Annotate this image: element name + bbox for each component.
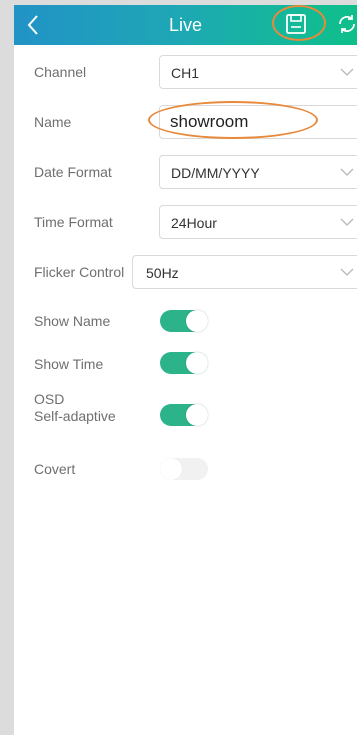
toggle-knob xyxy=(160,458,182,480)
show-name-label: Show Name xyxy=(34,313,111,329)
date-format-select[interactable]: DD/MM/YYYY xyxy=(159,155,357,189)
channel-label: Channel xyxy=(34,64,87,80)
osd-self-adaptive-toggle[interactable] xyxy=(160,404,208,426)
name-label: Name xyxy=(34,114,72,130)
chevron-down-icon xyxy=(340,218,354,226)
show-time-label: Show Time xyxy=(34,356,104,372)
time-format-value: 24Hour xyxy=(171,215,217,231)
date-format-value: DD/MM/YYYY xyxy=(171,165,260,181)
date-format-label: Date Format xyxy=(34,164,112,180)
time-format-label: Time Format xyxy=(34,214,113,230)
flicker-control-select[interactable]: 50Hz xyxy=(132,255,357,289)
floppy-disk-icon[interactable] xyxy=(285,13,307,35)
flicker-control-value: 50Hz xyxy=(146,265,179,281)
chevron-down-icon xyxy=(340,68,354,76)
chevron-down-icon xyxy=(340,168,354,176)
toggle-knob xyxy=(186,404,208,426)
top-bar: Live xyxy=(14,5,357,45)
time-format-select[interactable]: 24Hour xyxy=(159,205,357,239)
osd-label-line1: OSD xyxy=(34,391,65,407)
covert-label: Covert xyxy=(34,461,76,477)
channel-value: CH1 xyxy=(171,65,200,81)
name-highlight-annotation xyxy=(148,101,318,139)
show-name-toggle[interactable] xyxy=(160,310,208,332)
show-time-toggle[interactable] xyxy=(160,352,208,374)
toggle-knob xyxy=(186,310,208,332)
refresh-icon[interactable] xyxy=(336,13,357,35)
flicker-control-label: Flicker Control xyxy=(34,264,125,280)
chevron-down-icon xyxy=(340,268,354,276)
toggle-knob xyxy=(186,352,208,374)
osd-label-line2: Self-adaptive xyxy=(34,408,116,424)
covert-toggle[interactable] xyxy=(160,458,208,480)
channel-select[interactable]: CH1 xyxy=(159,55,357,89)
live-settings-screen: Live Channel CH1 Name showroom Date Form xyxy=(14,5,357,735)
